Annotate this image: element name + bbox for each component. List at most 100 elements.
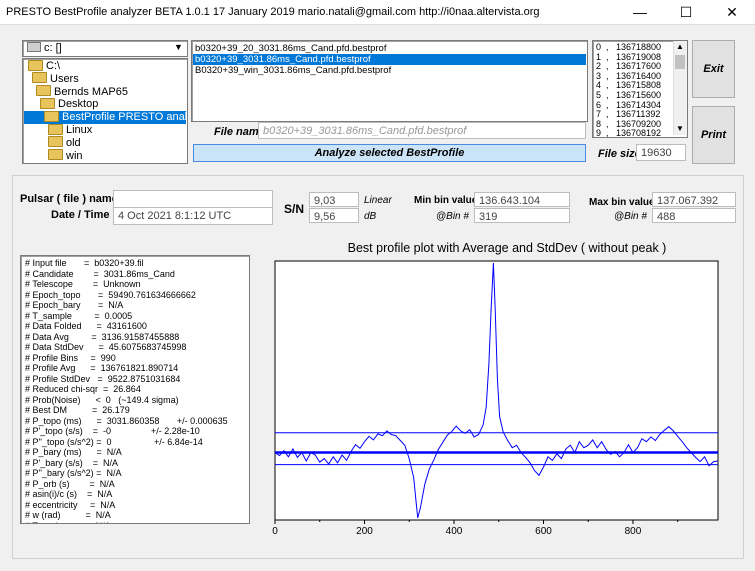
info-line: # Input file = b0320+39.fil xyxy=(25,258,144,268)
min-bin-label: Min bin value xyxy=(414,195,478,206)
x-tick-label: 800 xyxy=(625,526,642,537)
bin-value-row: 4 , 136715808 xyxy=(596,80,662,91)
max-bin-label: Max bin value xyxy=(589,197,655,208)
folder-icon xyxy=(40,97,55,109)
tree-item-label: Desktop xyxy=(58,98,99,111)
min-bin-index-field: 319 xyxy=(474,208,570,223)
tree-item-label: win xyxy=(66,149,83,162)
x-tick-label: 600 xyxy=(535,526,552,537)
x-tick-label: 400 xyxy=(446,526,463,537)
max-bin-field: 137.067.392 xyxy=(652,192,736,207)
datetime-label: Date / Time xyxy=(51,209,110,221)
folder-icon xyxy=(48,136,63,148)
bin-value-row: 7 , 136711392 xyxy=(596,109,661,120)
folder-icon xyxy=(44,110,59,122)
folder-icon xyxy=(36,85,51,97)
info-line: # Prob(Noise) < 0 (~149.4 sigma) xyxy=(25,394,179,405)
info-line: # Epoch_bary = N/A xyxy=(25,300,124,310)
info-line: # P_bary (ms) = N/A xyxy=(25,447,122,457)
sn-db-unit: dB xyxy=(364,211,377,222)
scroll-up-icon[interactable]: ▲ xyxy=(676,43,684,51)
sn-label: S/N xyxy=(284,202,305,216)
profile-info-box: # Input file = b0320+39.fil # Candidate =… xyxy=(20,255,250,524)
pulsar-label: Pulsar ( file ) name xyxy=(20,193,118,205)
file-size-field: 19630 xyxy=(636,144,686,161)
tree-item-label: Bernds MAP65 xyxy=(54,85,128,98)
tree-item-label: Linux xyxy=(66,124,93,136)
bin-value-row: 1 , 136719008 xyxy=(596,51,662,62)
info-line: # P'_topo (s/s) = -0 +/- 2.28e-10 xyxy=(25,426,200,436)
info-line: # Profile Bins = 990 xyxy=(25,352,116,363)
info-line: # Reduced chi-sqr = 26.864 xyxy=(25,384,141,394)
file-list[interactable]: b0320+39_20_3031.86ms_Cand.pfd.bestprof b… xyxy=(191,40,588,122)
scrollbar[interactable]: ▲ ▼ xyxy=(673,41,687,135)
print-button[interactable]: Print xyxy=(692,106,735,164)
close-icon[interactable]: ✕ xyxy=(709,0,755,24)
max-bin-index-field: 488 xyxy=(652,208,736,223)
scroll-down-icon[interactable]: ▼ xyxy=(676,125,684,133)
tree-item[interactable]: Users xyxy=(24,72,186,86)
file-name-field[interactable]: b0320+39_3031.86ms_Cand.pfd.bestprof xyxy=(258,122,586,139)
bin-value-row: 3 , 136716400 xyxy=(596,70,662,81)
x-tick-label: 0 xyxy=(272,526,278,537)
tree-item-label: old xyxy=(66,136,81,149)
tree-item[interactable]: win xyxy=(24,149,186,163)
info-line: # P''_topo (s/s^2) = 0 +/- 6.84e-14 xyxy=(25,436,203,447)
tree-item[interactable]: BestProfile PRESTO analyzer 1.0.1.e xyxy=(24,110,188,125)
min-bin-field: 136.643.104 xyxy=(474,192,570,207)
sn-linear-unit: Linear xyxy=(364,195,392,206)
tree-item-label: BestProfile PRESTO analyzer 1.0.1.e xyxy=(62,111,188,124)
info-line: # T_peri = N/A xyxy=(25,521,249,524)
folder-icon xyxy=(28,59,43,71)
folder-icon xyxy=(32,72,47,84)
info-line: # asin(i)/c (s) = N/A xyxy=(25,489,113,499)
drive-select[interactable]: c: [] ▼ xyxy=(22,40,188,57)
drive-value: c: [] xyxy=(44,42,62,54)
maximize-icon[interactable]: ☐ xyxy=(663,0,709,24)
scroll-thumb[interactable] xyxy=(675,55,685,69)
info-line: # w (rad) = N/A xyxy=(25,510,111,520)
folder-tree[interactable]: C:\ Users Bernds MAP65 Desktop BestProfile P… xyxy=(22,58,188,164)
sn-linear-field: 9,03 xyxy=(309,192,359,207)
bin-value-row: 0 , 136718800 xyxy=(596,42,662,52)
tree-item[interactable]: Linux xyxy=(24,123,186,137)
min-bin-at-label: @Bin # xyxy=(436,211,469,222)
datetime-field: 4 Oct 2021 8:1:12 UTC xyxy=(113,207,273,225)
tree-item[interactable]: Bernds MAP65 xyxy=(24,85,186,99)
info-line: # Data Avg = 3136.91587455888 xyxy=(25,331,180,342)
minimize-icon[interactable]: — xyxy=(617,0,663,24)
tree-item-label: C:\ xyxy=(46,60,61,72)
info-line: # T_sample = 0.0005 xyxy=(25,310,133,321)
info-line: # P''_bary (s/s^2) = N/A xyxy=(25,468,122,478)
file-list-item[interactable]: B0320+39_win_3031.86ms_Cand.pfd.bestprof xyxy=(193,65,586,76)
tree-item-label: Users xyxy=(50,72,79,85)
pulsar-field xyxy=(113,190,273,208)
exit-button[interactable]: Exit xyxy=(692,40,735,98)
bin-value-row: 8 , 136709200 xyxy=(596,118,662,129)
info-line: # Telescope = Unknown xyxy=(25,279,141,289)
tree-item[interactable]: Desktop xyxy=(24,97,186,111)
chevron-down-icon[interactable]: ▼ xyxy=(174,42,183,52)
sn-db-field: 9,56 xyxy=(309,208,359,223)
folder-icon xyxy=(48,149,63,161)
chart-title: Best profile plot with Average and StdDe… xyxy=(347,241,667,255)
folder-icon xyxy=(48,123,63,135)
info-line: # Data StdDev = 45.6075683745998 xyxy=(25,342,187,352)
file-list-item[interactable]: b0320+39_20_3031.86ms_Cand.pfd.bestprof xyxy=(193,43,586,54)
info-line: # Profile StdDev = 9522.8751031684 xyxy=(25,373,181,384)
analyze-button[interactable]: Analyze selected BestProfile xyxy=(193,144,586,162)
file-list-item[interactable]: b0320+39_3031.86ms_Cand.pfd.bestprof xyxy=(193,54,586,65)
tree-item[interactable]: C:\ xyxy=(24,59,186,73)
file-size-label: File size xyxy=(598,148,641,160)
bin-values-list[interactable]: ▲ ▼ 0 , 136718800 1 , 136719008 2 , 136717… xyxy=(592,40,688,138)
info-line: # P'_bary (s/s) = N/A xyxy=(25,457,118,468)
bin-value-row: 5 , 136715600 xyxy=(596,90,662,100)
info-line: # Data Folded = 43161600 xyxy=(25,321,147,331)
max-bin-at-label: @Bin # xyxy=(614,211,647,222)
info-line: # Profile Avg = 136761821.890714 xyxy=(25,363,179,373)
window-title: PRESTO BestProfile analyzer BETA 1.0.1 1… xyxy=(6,6,540,18)
tree-item[interactable]: old xyxy=(24,136,186,150)
info-line: # eccentricity = N/A xyxy=(25,499,116,510)
title-bar: PRESTO BestProfile analyzer BETA 1.0.1 1… xyxy=(0,0,755,25)
profile-chart: 0 200 400 600 800 xyxy=(272,260,719,537)
